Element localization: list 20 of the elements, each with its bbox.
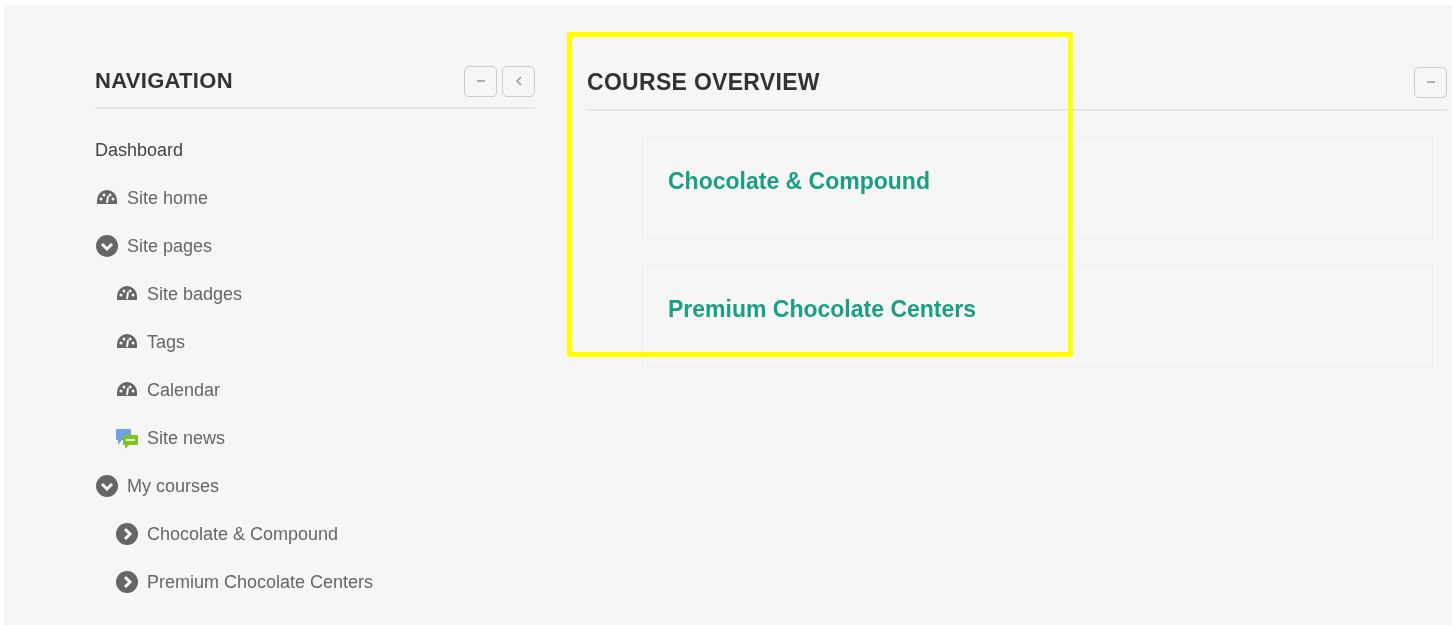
nav-link[interactable]: Premium Chocolate Centers bbox=[147, 571, 374, 593]
nav-link[interactable]: Tags bbox=[147, 331, 186, 353]
nav-link[interactable]: Site pages bbox=[127, 235, 213, 257]
nav-link[interactable]: My courses bbox=[127, 475, 220, 497]
chevron-down-icon[interactable] bbox=[95, 474, 119, 498]
nav-link[interactable]: Site home bbox=[127, 187, 209, 209]
block-title: NAVIGATION bbox=[95, 68, 233, 94]
course-link[interactable]: Premium Chocolate Centers bbox=[668, 295, 977, 323]
course-link[interactable]: Chocolate & Compound bbox=[668, 167, 930, 195]
chat-bubbles-icon bbox=[115, 426, 139, 450]
nav-link[interactable]: Site badges bbox=[147, 283, 243, 305]
nav-link[interactable]: Site news bbox=[147, 427, 226, 449]
chevron-right-icon[interactable] bbox=[115, 570, 139, 594]
chevron-left-icon bbox=[513, 76, 524, 86]
block-title: COURSE OVERVIEW bbox=[587, 68, 820, 96]
nav-link[interactable]: Calendar bbox=[147, 379, 221, 401]
chevron-down-icon[interactable] bbox=[95, 234, 119, 258]
nav-link[interactable]: Dashboard bbox=[95, 139, 184, 161]
chevron-right-icon[interactable] bbox=[115, 522, 139, 546]
nav-link[interactable]: Chocolate & Compound bbox=[147, 523, 339, 545]
